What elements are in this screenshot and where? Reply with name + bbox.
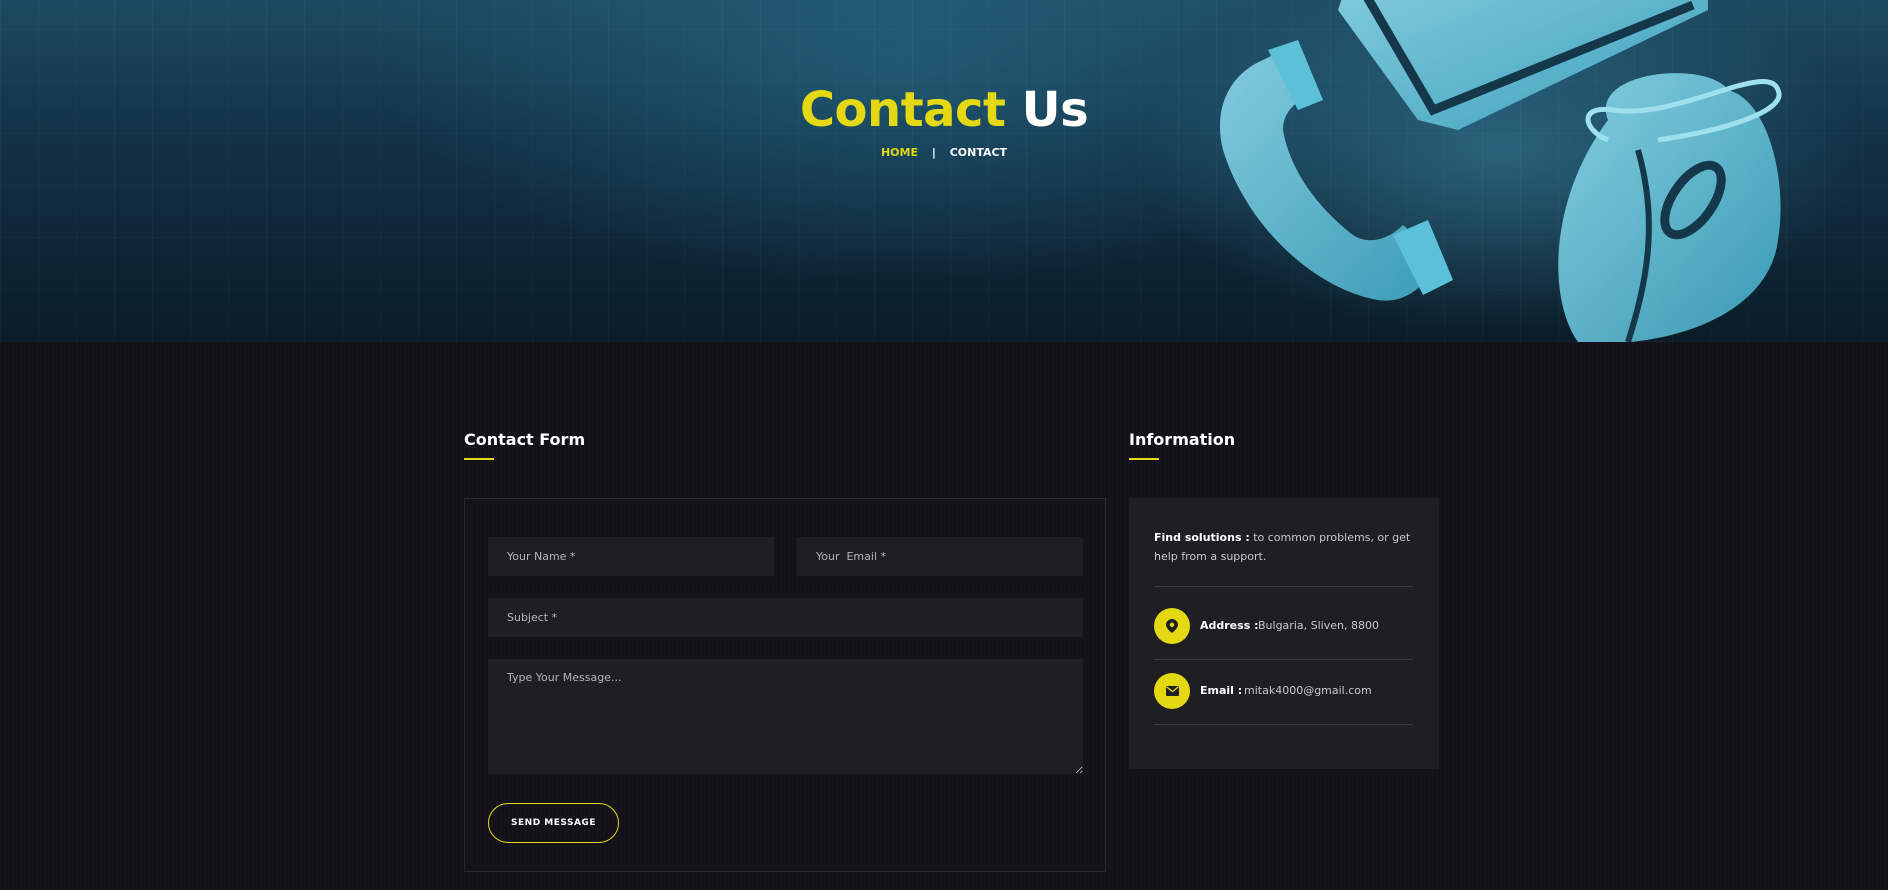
contact-form-heading-underline [464, 458, 494, 460]
info-divider [1154, 724, 1413, 725]
page-hero: Contact Us HOME | CONTACT [0, 0, 1888, 342]
message-textarea[interactable] [488, 659, 1083, 775]
breadcrumb-separator: | [931, 146, 936, 159]
page-title-rest: Us [1021, 82, 1089, 138]
info-divider [1154, 586, 1413, 587]
information-intro-bold: Find solutions : [1154, 531, 1250, 544]
envelope-icon [1154, 673, 1190, 709]
information-heading-underline [1129, 458, 1159, 460]
breadcrumb-home-link[interactable]: HOME [881, 146, 918, 159]
breadcrumb-current: CONTACT [949, 146, 1008, 159]
name-input[interactable] [488, 537, 774, 577]
information-heading: Information [1129, 430, 1236, 449]
subject-input[interactable] [488, 598, 1083, 638]
email-row: Email : mitak4000@gmail.com [1154, 673, 1416, 709]
email-link[interactable]: mitak4000@gmail.com [1244, 684, 1372, 697]
map-pin-icon [1154, 608, 1190, 644]
email-input[interactable] [797, 537, 1083, 577]
contact-form-heading: Contact Form [464, 430, 586, 449]
information-panel: Find solutions : to common problems, or … [1129, 498, 1439, 769]
email-label: Email : [1200, 684, 1243, 697]
send-message-button[interactable]: SEND MESSAGE [488, 803, 619, 843]
breadcrumb: HOME | CONTACT [0, 146, 1888, 159]
page-title: Contact Us [0, 82, 1888, 138]
page-title-accent: Contact [799, 82, 1006, 138]
info-divider [1154, 659, 1413, 660]
address-label: Address : [1200, 619, 1259, 632]
contact-illustration [1219, 0, 1782, 342]
address-value: Bulgaria, Sliven, 8800 [1258, 619, 1379, 632]
address-row: Address : Bulgaria, Sliven, 8800 [1154, 608, 1416, 644]
contact-form: SEND MESSAGE [464, 498, 1106, 872]
information-intro: Find solutions : to common problems, or … [1154, 528, 1416, 566]
